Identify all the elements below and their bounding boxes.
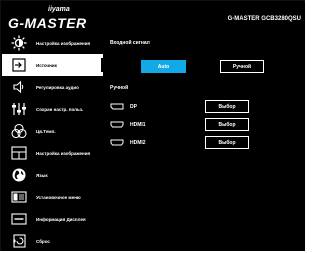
sidebar-item-picture-settings[interactable]: Настройка изображения: [2, 32, 103, 54]
select-hdmi2-button[interactable]: Выбор: [205, 136, 249, 149]
sidebar-item-label: Цв.Темп.: [36, 128, 56, 134]
sidebar-item-label: Сохран настр. польз.: [36, 106, 84, 112]
sidebar-item-input-source[interactable]: Источник: [2, 54, 104, 76]
select-hdmi1-button[interactable]: Выбор: [205, 118, 249, 131]
color-temp-icon: [9, 122, 29, 140]
manual-button[interactable]: Ручной: [220, 60, 264, 73]
sidebar-item-setup-menu[interactable]: Установочное меню: [2, 186, 103, 208]
brand-sub-logo: iiyama: [48, 6, 70, 13]
port-row-hdmi2: HDMI2 Выбор: [110, 136, 300, 150]
sidebar-item-label: Настройка изображения: [36, 150, 91, 156]
active-item-marker: [101, 58, 104, 72]
osd-header: iiyama G-MASTER G-MASTER GCB3280QSU: [2, 2, 305, 32]
model-name: G-MASTER GCB3280QSU: [227, 16, 301, 22]
manual-section-title: Ручной: [110, 85, 129, 91]
brand-logo: G-MASTER: [8, 15, 87, 31]
sidebar-item-audio[interactable]: Регулировка аудио: [2, 76, 103, 98]
port-label: DP: [130, 104, 137, 110]
sidebar-item-display-info[interactable]: Информация Дисплея: [2, 208, 103, 230]
reset-icon: [9, 232, 29, 250]
speaker-icon: [9, 78, 29, 96]
sidebar-item-label: Источник: [36, 62, 57, 68]
input-source-icon: [9, 56, 29, 74]
osd-content-panel: Входной сигнал Auto Ручной Ручной DP Выб…: [105, 32, 305, 251]
sidebar-item-language[interactable]: Язык: [2, 164, 103, 186]
sidebar-item-label: Информация Дисплея: [36, 216, 86, 222]
port-row-hdmi1: HDMI1 Выбор: [110, 118, 300, 132]
select-dp-button[interactable]: Выбор: [205, 100, 249, 113]
hdmi-icon: [110, 121, 124, 128]
display-info-icon: [9, 210, 29, 228]
sidebar-item-label: Настройка изображения: [36, 40, 91, 46]
sidebar-item-label: Язык: [36, 172, 48, 178]
picture-settings-icon: [9, 34, 29, 52]
osd-sidebar: Настройка изображения Источник Регулиров…: [2, 32, 104, 252]
sidebar-item-user-settings[interactable]: Сохран настр. польз.: [2, 98, 103, 120]
sidebar-item-color-temp[interactable]: Цв.Темп.: [2, 120, 103, 142]
user-settings-sliders-icon: [9, 100, 29, 118]
hdmi-icon: [110, 139, 124, 146]
input-signal-title: Входной сигнал: [110, 40, 150, 46]
sidebar-item-label: Сброс: [36, 238, 50, 244]
displayport-icon: [110, 103, 124, 110]
sidebar-item-label: Установочное меню: [36, 194, 81, 200]
sidebar-item-reset[interactable]: Сброс: [2, 230, 103, 252]
port-label: HDMI2: [130, 140, 146, 146]
sidebar-item-label: Регулировка аудио: [36, 84, 79, 90]
osd-screen: iiyama G-MASTER G-MASTER GCB3280QSU Наст…: [0, 0, 307, 253]
auto-button[interactable]: Auto: [141, 60, 186, 73]
sidebar-item-image-layout[interactable]: Настройка изображения: [2, 142, 103, 164]
port-label: HDMI1: [130, 122, 146, 128]
setup-menu-icon: [9, 188, 29, 206]
globe-icon: [9, 166, 29, 184]
osd-frame: iiyama G-MASTER G-MASTER GCB3280QSU Наст…: [0, 0, 305, 251]
port-row-dp: DP Выбор: [110, 100, 300, 114]
image-layout-icon: [9, 144, 29, 162]
